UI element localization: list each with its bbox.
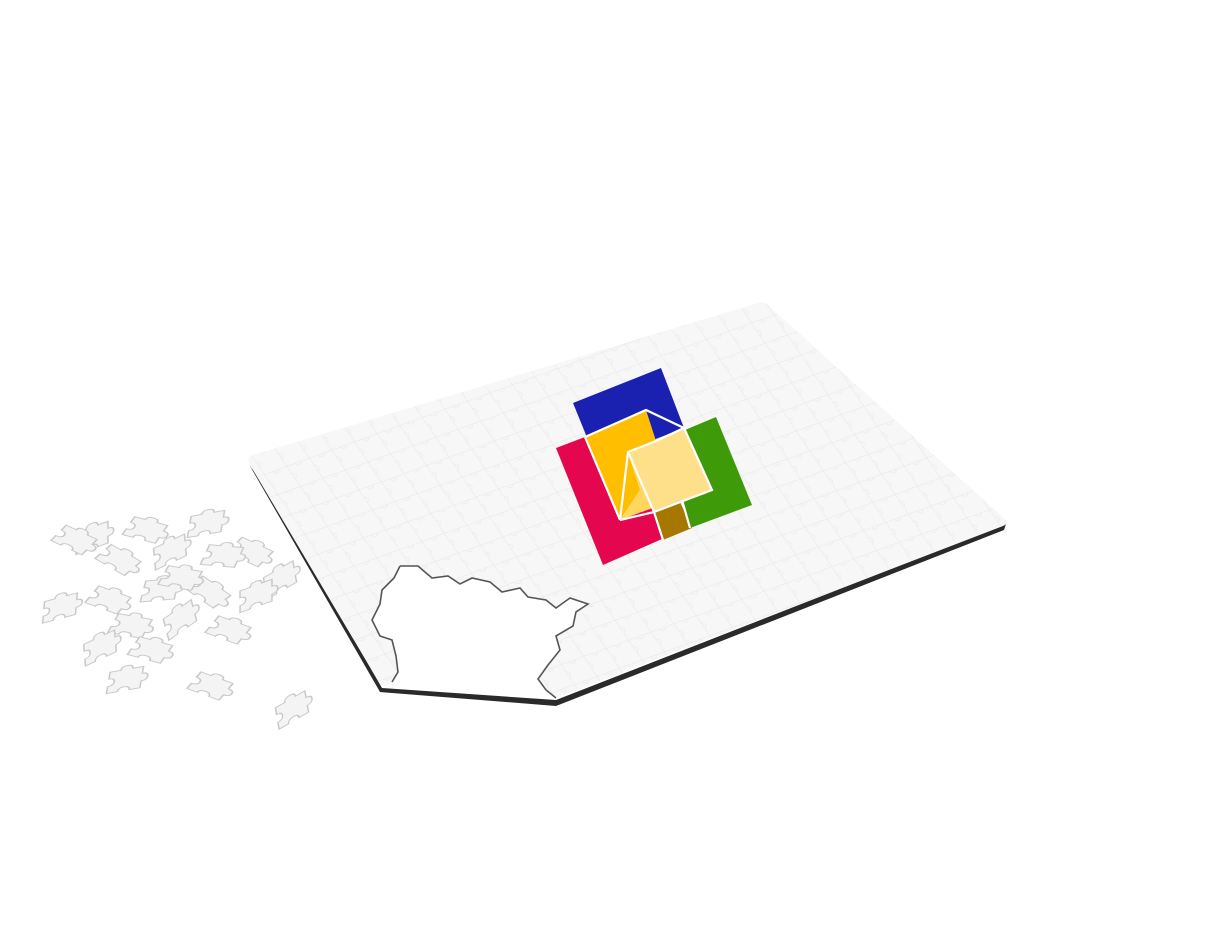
loose-puzzle-piece <box>41 592 84 624</box>
loose-puzzle-piece <box>105 664 149 695</box>
loose-puzzle-piece <box>126 636 174 664</box>
loose-puzzle-piece <box>83 585 133 615</box>
loose-puzzle-piece <box>186 508 230 539</box>
loose-puzzle-piece <box>203 615 253 645</box>
loose-puzzle-piece <box>106 612 155 639</box>
scene <box>41 302 1007 731</box>
loose-puzzle-piece <box>185 671 235 701</box>
loose-puzzle-piece <box>93 543 143 577</box>
loose-pieces <box>41 508 313 731</box>
loose-puzzle-piece <box>239 578 279 614</box>
loose-puzzle-piece <box>274 689 313 731</box>
